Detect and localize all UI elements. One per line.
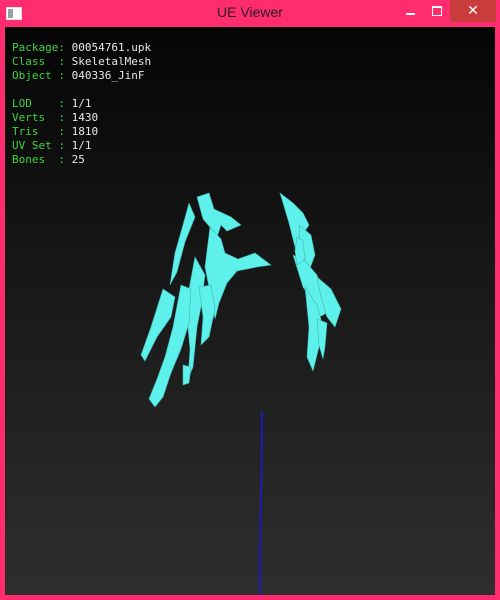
info-row-uv-set: UV Set : 1/1 bbox=[12, 139, 151, 153]
info-value: 00054761.upk bbox=[71, 41, 152, 54]
title-bar[interactable]: UE Viewer ✕ bbox=[0, 0, 500, 27]
info-value: 25 bbox=[71, 153, 85, 166]
mesh-strand-left-7 bbox=[198, 284, 216, 346]
info-value: 1/1 bbox=[71, 139, 92, 152]
minimize-button[interactable] bbox=[398, 0, 422, 22]
minimize-icon bbox=[405, 13, 415, 15]
info-value: 1/1 bbox=[71, 97, 92, 110]
mesh-strand-left-3 bbox=[204, 226, 272, 320]
mesh-strand-left-4 bbox=[186, 256, 206, 380]
info-value: 040336_JinF bbox=[71, 69, 145, 82]
hair-mesh bbox=[140, 192, 342, 408]
info-row-package: Package: 00054761.upk bbox=[12, 41, 151, 55]
maximize-button[interactable] bbox=[425, 0, 449, 22]
maximize-icon bbox=[432, 6, 442, 16]
info-row-tris: Tris : 1810 bbox=[12, 125, 151, 139]
close-icon: ✕ bbox=[467, 3, 479, 19]
app-window: UE Viewer ✕ Package: 00054761.upk Class … bbox=[0, 0, 500, 600]
mesh-strand-left-2 bbox=[196, 192, 242, 238]
info-row-class: Class : SkeletalMesh bbox=[12, 55, 151, 69]
info-label: LOD : bbox=[12, 97, 65, 110]
info-label: Class : bbox=[12, 55, 65, 68]
mesh-info-panel: Package: 00054761.upk Class : SkeletalMe… bbox=[12, 41, 151, 167]
info-label: Verts : bbox=[12, 111, 65, 124]
axis-line bbox=[259, 411, 263, 595]
info-label: Package: bbox=[12, 41, 65, 54]
info-label: Object : bbox=[12, 69, 65, 82]
info-value: 1430 bbox=[71, 111, 99, 124]
3d-viewport[interactable]: Package: 00054761.upk Class : SkeletalMe… bbox=[5, 27, 495, 595]
info-label: UV Set : bbox=[12, 139, 65, 152]
info-row-verts: Verts : 1430 bbox=[12, 111, 151, 125]
info-value: 1810 bbox=[71, 125, 99, 138]
info-label: Bones : bbox=[12, 153, 65, 166]
info-label: Tris : bbox=[12, 125, 65, 138]
mesh-strand-left-1 bbox=[169, 202, 196, 286]
info-row-object: Object : 040336_JinF bbox=[12, 69, 151, 83]
info-row-bones: Bones : 25 bbox=[12, 153, 151, 167]
mesh-strand-left-8 bbox=[182, 364, 192, 386]
mesh-strand-right-6 bbox=[316, 318, 328, 360]
info-row-lod: LOD : 1/1 bbox=[12, 97, 151, 111]
info-value: SkeletalMesh bbox=[71, 55, 152, 68]
close-button[interactable]: ✕ bbox=[450, 0, 496, 22]
